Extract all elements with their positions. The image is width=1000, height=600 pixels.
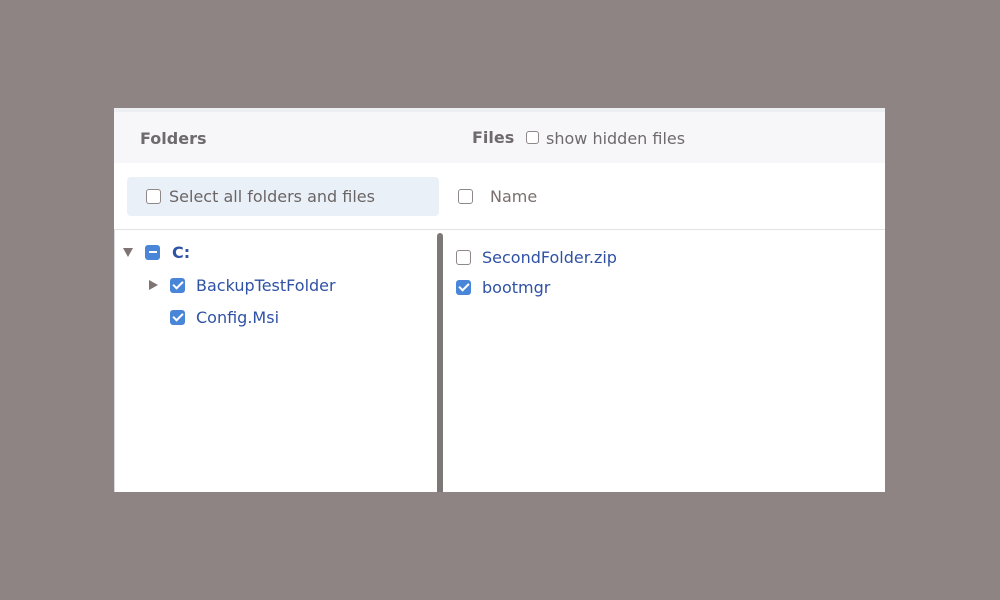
expand-down-arrow-icon[interactable] bbox=[123, 247, 133, 257]
select-all-folders-and-files[interactable]: Select all folders and files bbox=[127, 177, 439, 216]
folders-title: Folders bbox=[140, 129, 207, 148]
tree-item-label[interactable]: Config.Msi bbox=[196, 308, 279, 327]
c-drive-checkbox[interactable] bbox=[145, 244, 160, 260]
tree-item-label[interactable]: BackupTestFolder bbox=[196, 276, 336, 295]
name-column-label: Name bbox=[490, 186, 538, 206]
panel-header: Folders Files show hidden files bbox=[114, 112, 885, 163]
tree-item-label[interactable]: C: bbox=[172, 243, 190, 262]
files-name-column-header[interactable]: Name bbox=[458, 184, 537, 208]
tree-item-backuptestfolder[interactable]: BackupTestFolder bbox=[148, 273, 336, 297]
show-hidden-files-label: show hidden files bbox=[546, 129, 686, 148]
file-row-bootmgr[interactable]: bootmgr bbox=[456, 275, 550, 299]
select-all-checkbox[interactable] bbox=[146, 189, 161, 204]
files-title: Files bbox=[472, 128, 515, 147]
config-msi-checkbox[interactable] bbox=[170, 309, 185, 325]
file-checkbox[interactable] bbox=[456, 279, 471, 295]
select-all-files-checkbox[interactable] bbox=[458, 188, 473, 204]
show-hidden-files-checkbox[interactable] bbox=[526, 130, 539, 144]
select-all-label: Select all folders and files bbox=[169, 187, 375, 206]
tree-left-border bbox=[114, 229, 115, 492]
file-browser-panel: Folders Files show hidden files Select a… bbox=[114, 108, 885, 492]
file-name[interactable]: SecondFolder.zip bbox=[482, 248, 617, 267]
file-row-secondfolder-zip[interactable]: SecondFolder.zip bbox=[456, 245, 617, 269]
pane-splitter[interactable] bbox=[437, 233, 443, 492]
header-divider bbox=[114, 229, 885, 230]
backuptestfolder-checkbox[interactable] bbox=[170, 277, 185, 293]
show-hidden-files-toggle[interactable]: show hidden files bbox=[526, 126, 685, 148]
file-checkbox[interactable] bbox=[456, 249, 471, 265]
tree-item-config-msi[interactable]: Config.Msi bbox=[170, 305, 279, 329]
file-name[interactable]: bootmgr bbox=[482, 278, 550, 297]
expand-right-arrow-icon[interactable] bbox=[148, 280, 158, 290]
tree-item-c-drive[interactable]: C: bbox=[123, 240, 190, 264]
